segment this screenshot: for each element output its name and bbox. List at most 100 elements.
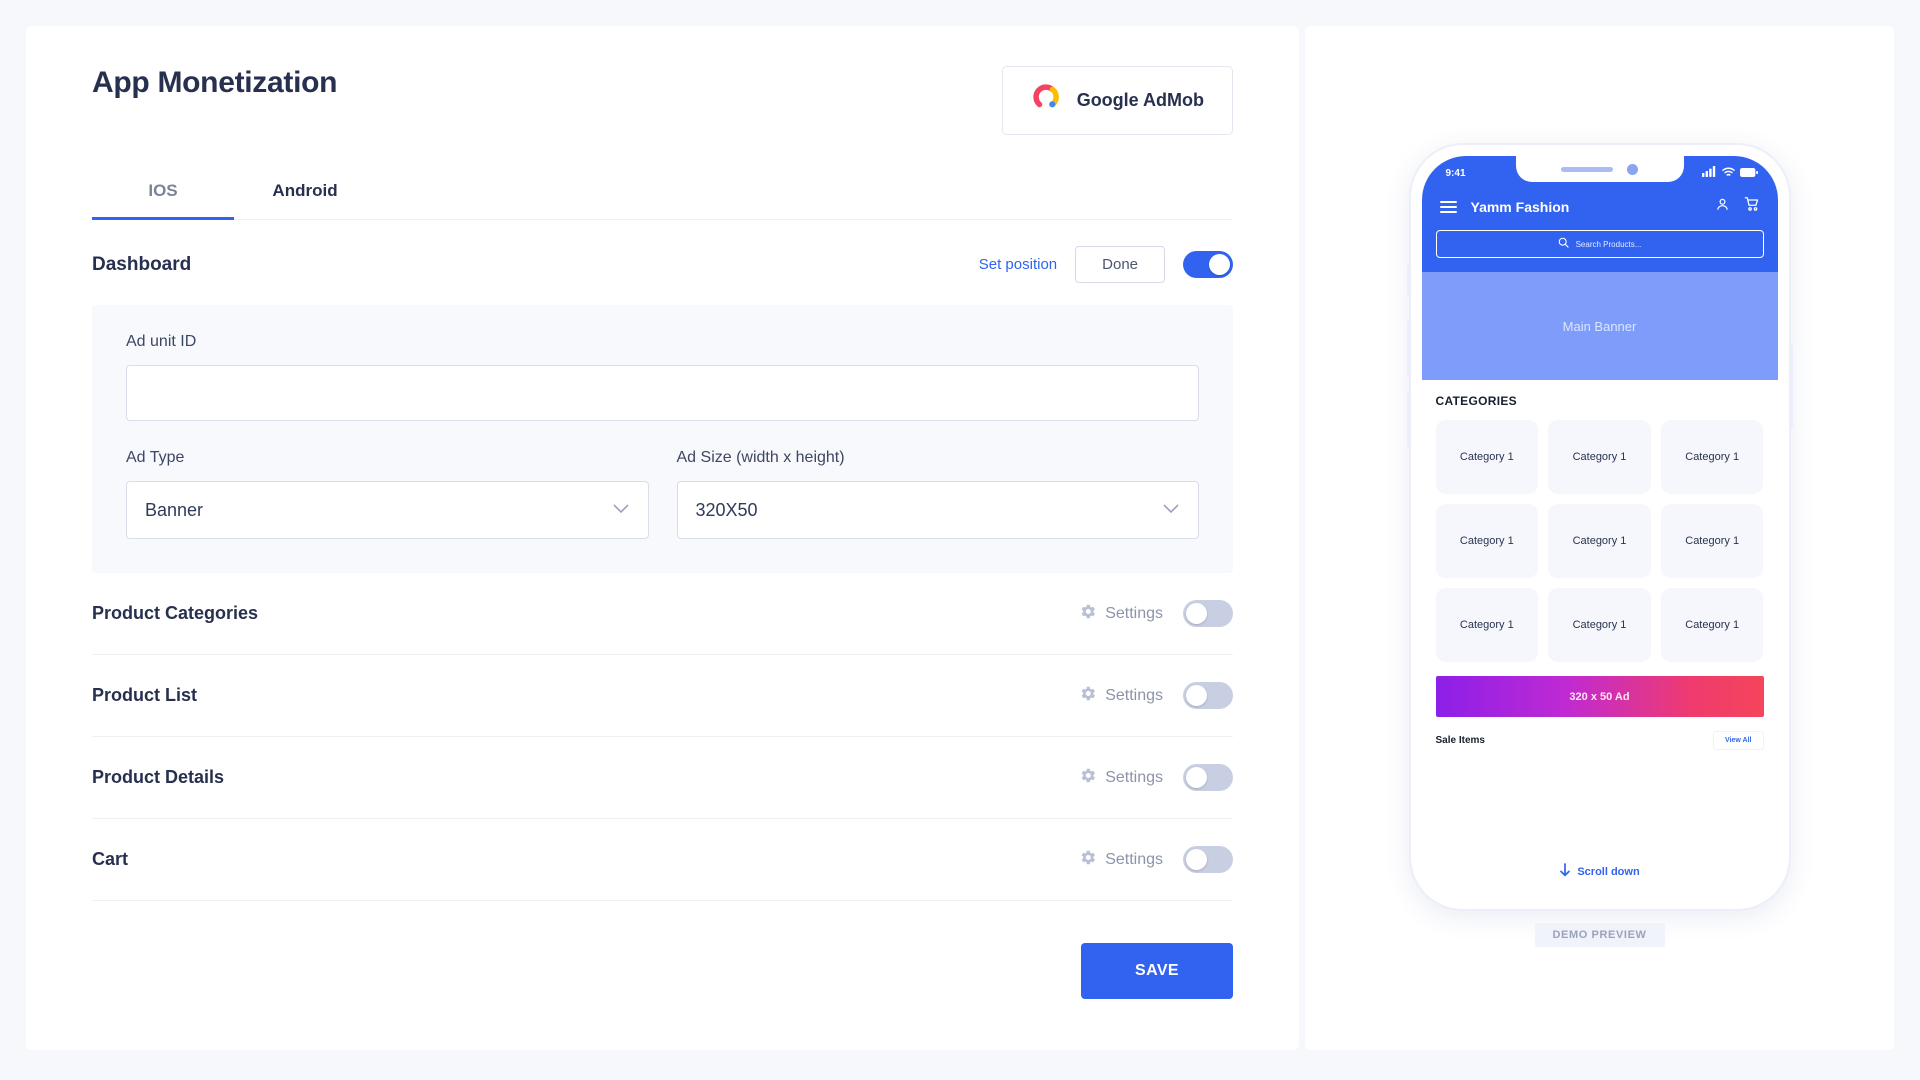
app-nav-icons [1715, 196, 1760, 217]
google-admob-button[interactable]: Google AdMob [1001, 66, 1233, 135]
shopping-cart-icon[interactable] [1744, 196, 1760, 217]
dashboard-title: Dashboard [92, 253, 192, 275]
category-tile[interactable]: Category 1 [1548, 588, 1651, 662]
settings-label: Settings [1105, 686, 1163, 704]
settings-link[interactable]: Settings [1078, 684, 1163, 708]
wifi-icon [1721, 164, 1735, 182]
feature-toggle[interactable] [1183, 846, 1233, 873]
set-position-link[interactable]: Set position [979, 256, 1057, 273]
ad-config-card: Ad unit ID Ad Type Banner Ad Size (width… [92, 305, 1233, 573]
sale-items-title: Sale Items [1435, 735, 1485, 746]
user-account-icon[interactable] [1715, 197, 1730, 217]
battery-icon [1739, 164, 1758, 182]
status-time: 9:41 [1445, 167, 1466, 179]
scroll-down-indicator[interactable]: Scroll down [1422, 863, 1778, 880]
phone-volume-down-button [1406, 391, 1410, 447]
hamburger-menu-icon[interactable] [1439, 200, 1457, 213]
feature-controls: Settings [1078, 600, 1233, 627]
app-root: App Monetization Google AdMob IOS Androi… [0, 0, 1920, 1080]
scroll-down-label: Scroll down [1577, 865, 1640, 878]
app-nav-bar: Yamm Fashion [1436, 196, 1764, 217]
toggle-knob [1186, 603, 1207, 624]
settings-link[interactable]: Settings [1078, 848, 1163, 872]
platform-tabs: IOS Android [92, 181, 1233, 220]
sale-items-row: Sale Items View All [1436, 731, 1764, 750]
phone-volume-up-button [1406, 321, 1410, 377]
category-tile[interactable]: Category 1 [1660, 588, 1764, 662]
arrow-down-icon [1559, 863, 1571, 880]
monetization-panel: App Monetization Google AdMob IOS Androi… [26, 26, 1299, 1050]
ad-unit-id-input[interactable] [126, 365, 1199, 421]
view-all-button[interactable]: View All [1713, 731, 1764, 750]
feature-toggle[interactable] [1183, 682, 1233, 709]
phone-power-button [1789, 345, 1793, 429]
ad-type-group: Ad Type Banner [126, 449, 649, 539]
category-tile[interactable]: Category 1 [1548, 504, 1651, 578]
ad-size-select[interactable]: 320X50 [676, 481, 1199, 539]
gear-icon [1078, 766, 1097, 790]
category-tile[interactable]: Category 1 [1548, 420, 1651, 494]
gear-icon [1078, 602, 1097, 626]
phone-mute-button [1406, 265, 1410, 295]
main-banner-label: Main Banner [1562, 318, 1637, 334]
toggle-knob [1186, 849, 1207, 870]
feature-row-product-details: Product Details Settings [92, 737, 1233, 819]
category-tile[interactable]: Category 1 [1435, 504, 1539, 578]
categories-grid: Category 1 Category 1 Category 1 Categor… [1435, 420, 1764, 662]
feature-title: Product Details [92, 767, 225, 787]
panel-header: App Monetization Google AdMob [92, 66, 1233, 135]
feature-controls: Settings [1078, 846, 1233, 873]
ad-type-label: Ad Type [126, 449, 185, 466]
categories-section: CATEGORIES Category 1 Category 1 Categor… [1422, 380, 1778, 662]
page-title: App Monetization [92, 66, 338, 99]
app-name-label: Yamm Fashion [1470, 198, 1570, 215]
phone-notch [1515, 156, 1684, 182]
gear-icon [1078, 684, 1097, 708]
status-indicators [1701, 164, 1764, 182]
settings-link[interactable]: Settings [1078, 602, 1163, 626]
ad-size-group: Ad Size (width x height) 320X50 [676, 449, 1199, 539]
ad-size-select-wrap: 320X50 [676, 481, 1199, 539]
settings-link[interactable]: Settings [1078, 766, 1163, 790]
phone-frame: 9:41 Yamm Fashion Search Products... Mai… [1406, 143, 1793, 911]
feature-row-product-list: Product List Settings [92, 655, 1233, 737]
preview-panel: 9:41 Yamm Fashion Search Products... Mai… [1305, 26, 1894, 1050]
feature-toggle[interactable] [1183, 600, 1233, 627]
tab-android[interactable]: Android [234, 181, 376, 219]
admob-button-label: Google AdMob [1076, 90, 1204, 110]
search-input[interactable]: Search Products... [1435, 230, 1764, 258]
category-tile[interactable]: Category 1 [1660, 420, 1764, 494]
dashboard-row: Dashboard Set position Done [92, 220, 1233, 305]
ad-options-row: Ad Type Banner Ad Size (width x height) … [126, 449, 1199, 539]
feature-toggle[interactable] [1183, 764, 1233, 791]
categories-heading: CATEGORIES [1435, 394, 1517, 408]
category-tile[interactable]: Category 1 [1435, 420, 1539, 494]
category-tile[interactable]: Category 1 [1660, 504, 1764, 578]
speaker-icon [1561, 166, 1613, 172]
demo-preview-badge: DEMO PREVIEW [1534, 923, 1665, 947]
tab-ios[interactable]: IOS [92, 181, 234, 220]
settings-label: Settings [1105, 604, 1163, 622]
toggle-knob [1209, 254, 1230, 275]
ad-banner-label: 320 x 50 Ad [1569, 690, 1630, 703]
ad-size-label: Ad Size (width x height) [676, 449, 845, 466]
ad-type-select[interactable]: Banner [126, 481, 649, 539]
search-placeholder: Search Products... [1575, 239, 1642, 249]
main-banner[interactable]: Main Banner [1421, 272, 1778, 380]
category-tile[interactable]: Category 1 [1435, 588, 1539, 662]
admob-logo-icon [1031, 83, 1061, 118]
ad-preview-banner[interactable]: 320 x 50 Ad [1435, 676, 1764, 717]
dashboard-controls: Set position Done [979, 246, 1233, 283]
phone-screen: 9:41 Yamm Fashion Search Products... Mai… [1421, 156, 1778, 898]
settings-label: Settings [1105, 768, 1163, 786]
toggle-knob [1186, 685, 1207, 706]
ad-unit-id-label: Ad unit ID [126, 333, 197, 350]
camera-icon [1627, 163, 1638, 175]
search-icon [1558, 235, 1569, 253]
done-button[interactable]: Done [1075, 246, 1165, 283]
dashboard-toggle[interactable] [1183, 251, 1233, 278]
save-button[interactable]: SAVE [1081, 943, 1233, 999]
cellular-signal-icon [1701, 164, 1717, 182]
feature-title: Product List [92, 685, 198, 705]
feature-row-cart: Cart Settings [92, 819, 1233, 901]
